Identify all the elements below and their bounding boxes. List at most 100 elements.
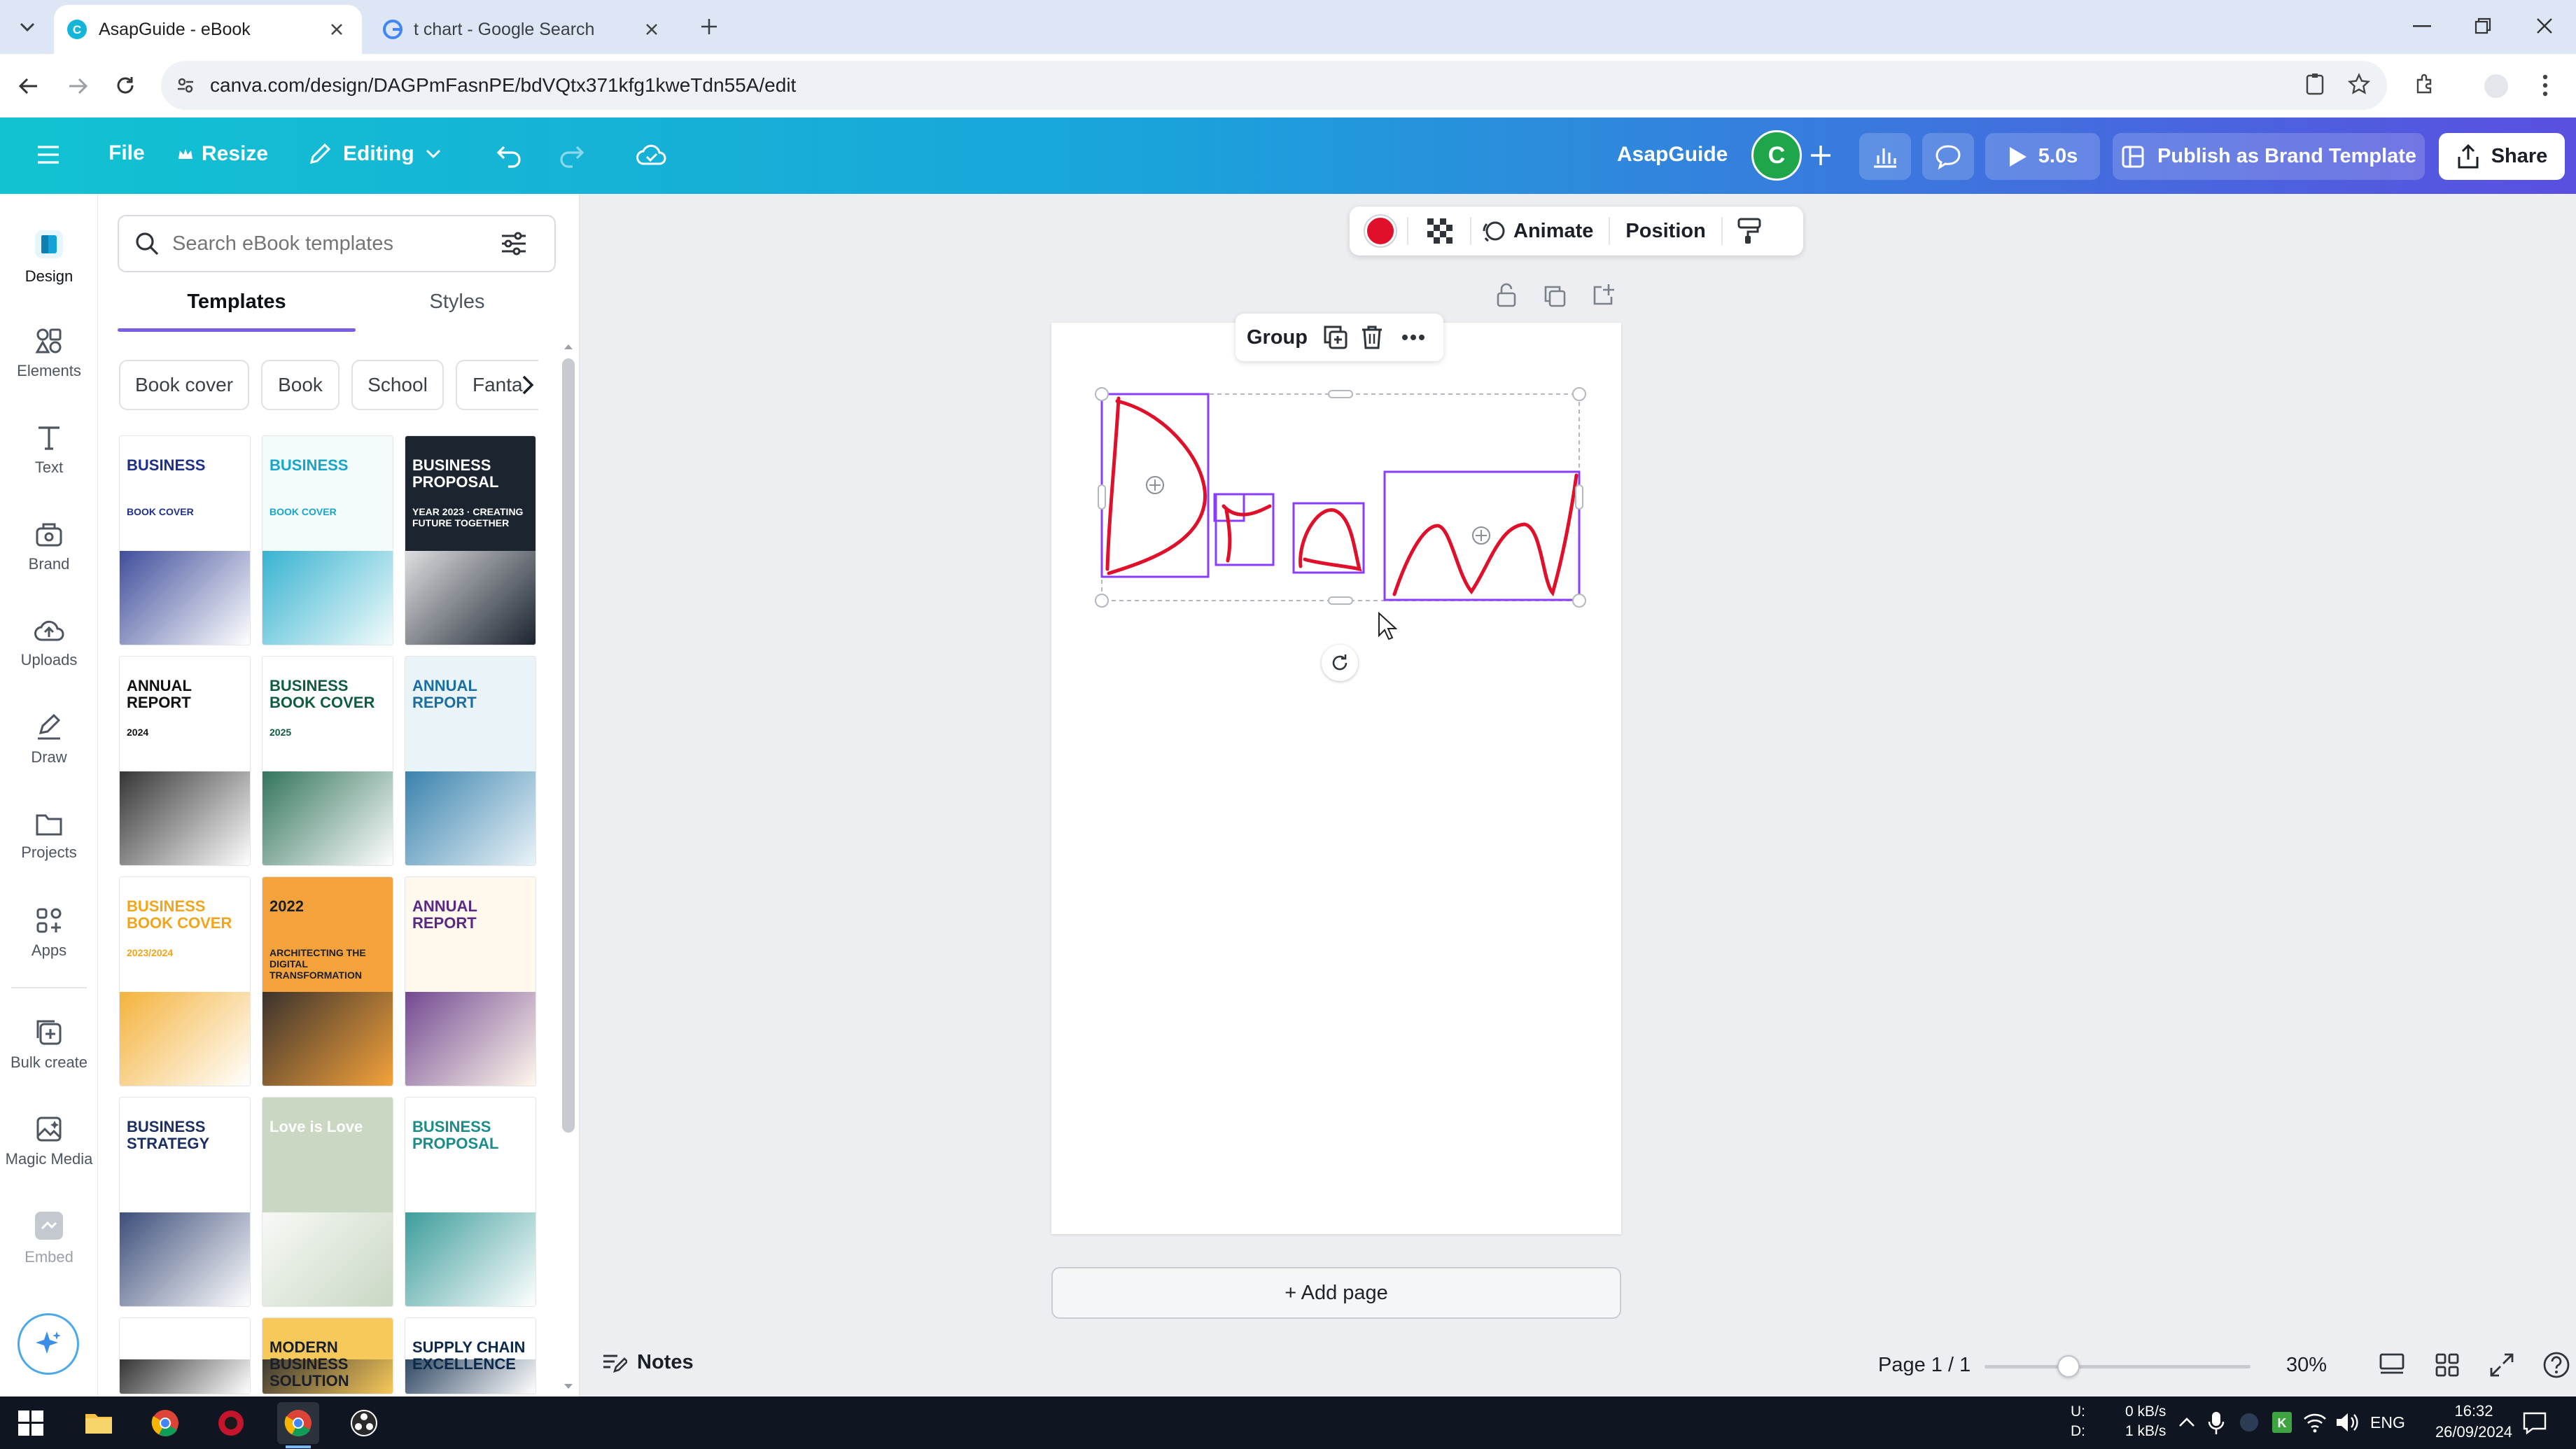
site-info-icon[interactable] — [176, 76, 195, 94]
nvidia-icon[interactable]: K — [2271, 1410, 2293, 1434]
rail-item-bulk-create[interactable]: Bulk create — [0, 1003, 98, 1087]
template-thumbnail[interactable]: BUSINESS BOOK COVER — [119, 435, 251, 645]
scroll-up-arrow-icon[interactable] — [563, 343, 574, 350]
wifi-icon[interactable] — [2303, 1412, 2327, 1433]
rail-item-magic-media[interactable]: Magic Media — [0, 1100, 98, 1184]
tab-search-button[interactable] — [13, 13, 42, 42]
fullscreen-icon[interactable] — [2489, 1352, 2514, 1378]
resize-handle[interactable] — [1095, 594, 1109, 608]
tab-google-search[interactable]: t chart - Google Search — [369, 5, 677, 54]
rail-item-uploads[interactable]: Uploads — [0, 601, 98, 685]
animate-button[interactable]: Animate — [1480, 217, 1593, 245]
undo-icon[interactable] — [496, 141, 524, 169]
resize-handle[interactable] — [1572, 594, 1586, 608]
close-tab-icon[interactable] — [645, 22, 659, 36]
install-app-icon[interactable] — [2304, 73, 2325, 95]
present-button[interactable]: 5.0s — [1985, 133, 2100, 180]
publish-brand-template-button[interactable]: Publish as Brand Template — [2113, 133, 2425, 180]
filter-chip-book-cover[interactable]: Book cover — [119, 360, 249, 410]
hamburger-menu-icon[interactable] — [36, 144, 60, 165]
new-tab-icon[interactable] — [700, 18, 718, 36]
back-icon[interactable] — [18, 76, 39, 97]
zoom-slider[interactable] — [1984, 1355, 2250, 1378]
template-thumbnail[interactable]: BUSINESS BOOK COVER 2023/2024 — [119, 876, 251, 1086]
template-thumbnail[interactable]: ANNUAL REPORT 2024 — [119, 656, 251, 866]
move-icon[interactable] — [1146, 476, 1164, 494]
move-icon[interactable] — [1472, 526, 1490, 545]
chevron-right-icon[interactable] — [521, 374, 535, 396]
color-swatch-button[interactable] — [1365, 216, 1396, 246]
template-thumbnail[interactable]: 2022 ARCHITECTING THE DIGITAL TRANSFORMAT… — [262, 876, 393, 1086]
duplicate-page-icon[interactable] — [1543, 284, 1567, 308]
forward-icon[interactable] — [67, 76, 88, 97]
share-button[interactable]: Share — [2439, 133, 2565, 180]
template-thumbnail[interactable]: BUSINESS PROPOSAL — [405, 1097, 536, 1307]
close-window-icon[interactable] — [2536, 18, 2553, 34]
position-button[interactable]: Position — [1625, 220, 1705, 243]
bookmark-star-icon[interactable] — [2348, 73, 2370, 95]
redo-icon[interactable] — [557, 141, 585, 169]
zoom-percentage[interactable]: 30% — [2286, 1354, 2327, 1377]
file-menu[interactable]: File — [108, 141, 145, 165]
clock-date[interactable]: 26/09/2024 — [2425, 1423, 2523, 1441]
document-title[interactable]: AsapGuide — [1617, 143, 1728, 167]
filter-chip-school[interactable]: School — [351, 360, 444, 410]
filter-chip-book[interactable]: Book — [261, 360, 340, 410]
file-explorer-icon[interactable] — [84, 1410, 113, 1435]
extensions-icon[interactable] — [2414, 73, 2436, 95]
notes-button[interactable]: Notes — [602, 1351, 694, 1374]
template-thumbnail[interactable]: BUSINESS BOOK COVER 2025 — [262, 656, 393, 866]
rail-item-draw[interactable]: Draw — [0, 698, 98, 782]
rail-item-elements[interactable]: Elements — [0, 312, 98, 396]
reload-icon[interactable] — [115, 75, 136, 96]
template-thumbnail[interactable]: ANNUAL REPORT — [405, 656, 536, 866]
template-thumbnail[interactable]: BUSINESS STRATEGY — [119, 1097, 251, 1307]
add-page-button[interactable]: + Add page — [1051, 1267, 1621, 1319]
record-app-icon[interactable] — [217, 1409, 245, 1437]
drawing-group[interactable] — [1051, 323, 1621, 1234]
tab-templates[interactable]: Templates — [118, 290, 356, 332]
notifications-icon[interactable] — [2523, 1412, 2547, 1434]
template-thumbnail[interactable]: ANNUAL REPORT — [405, 876, 536, 1086]
group-button[interactable]: Group — [1247, 326, 1308, 349]
plus-icon[interactable] — [1808, 143, 1833, 168]
rail-item-text[interactable]: Text — [0, 408, 98, 492]
windows-start-icon[interactable] — [18, 1410, 43, 1436]
rail-item-apps[interactable]: Apps — [0, 891, 98, 975]
help-icon[interactable] — [2542, 1351, 2570, 1379]
duplicate-icon[interactable] — [1323, 325, 1348, 350]
template-thumbnail[interactable]: MODERN BUSINESS SOLUTION — [262, 1317, 393, 1394]
trash-icon[interactable] — [1361, 325, 1383, 350]
rail-item-design[interactable]: Design — [0, 215, 98, 299]
page-view-icon[interactable] — [2379, 1352, 2405, 1378]
add-page-icon[interactable] — [1592, 283, 1616, 307]
resize-handle[interactable] — [1328, 596, 1353, 605]
user-avatar[interactable]: C — [1751, 130, 1802, 181]
tray-app-icon[interactable] — [2239, 1412, 2260, 1433]
insights-button[interactable] — [1859, 133, 1911, 180]
resize-handle[interactable] — [1098, 484, 1106, 510]
tab-asapguide[interactable]: C AsapGuide - eBook — [54, 5, 362, 54]
search-input[interactable] — [172, 232, 494, 255]
page-indicator[interactable]: Page 1 / 1 — [1878, 1354, 1970, 1377]
resize-handle[interactable] — [1328, 390, 1353, 398]
template-thumbnail[interactable] — [119, 1317, 251, 1394]
cloud-saved-icon[interactable] — [636, 140, 666, 168]
microphone-icon[interactable] — [2208, 1410, 2225, 1436]
chevron-up-icon[interactable] — [2178, 1416, 2195, 1427]
comments-button[interactable] — [1922, 133, 1974, 180]
chrome-icon[interactable] — [151, 1409, 179, 1437]
more-options-icon[interactable] — [1401, 334, 1425, 341]
obs-icon[interactable] — [350, 1409, 378, 1437]
template-thumbnail[interactable]: Love is Love — [262, 1097, 393, 1307]
close-tab-icon[interactable] — [330, 22, 344, 36]
rail-item-embed[interactable]: Embed — [0, 1196, 98, 1280]
editing-mode-dropdown[interactable]: Editing — [308, 139, 441, 169]
template-thumbnail[interactable]: SUPPLY CHAIN EXCELLENCE — [405, 1317, 536, 1394]
rail-item-projects[interactable]: Projects — [0, 794, 98, 878]
grid-view-icon[interactable] — [2435, 1352, 2460, 1378]
clock-time[interactable]: 16:32 — [2439, 1402, 2509, 1420]
template-thumbnail[interactable]: BUSINESS BOOK COVER — [262, 435, 393, 645]
panel-scrollbar[interactable] — [560, 343, 577, 1393]
restore-icon[interactable] — [2474, 18, 2491, 34]
